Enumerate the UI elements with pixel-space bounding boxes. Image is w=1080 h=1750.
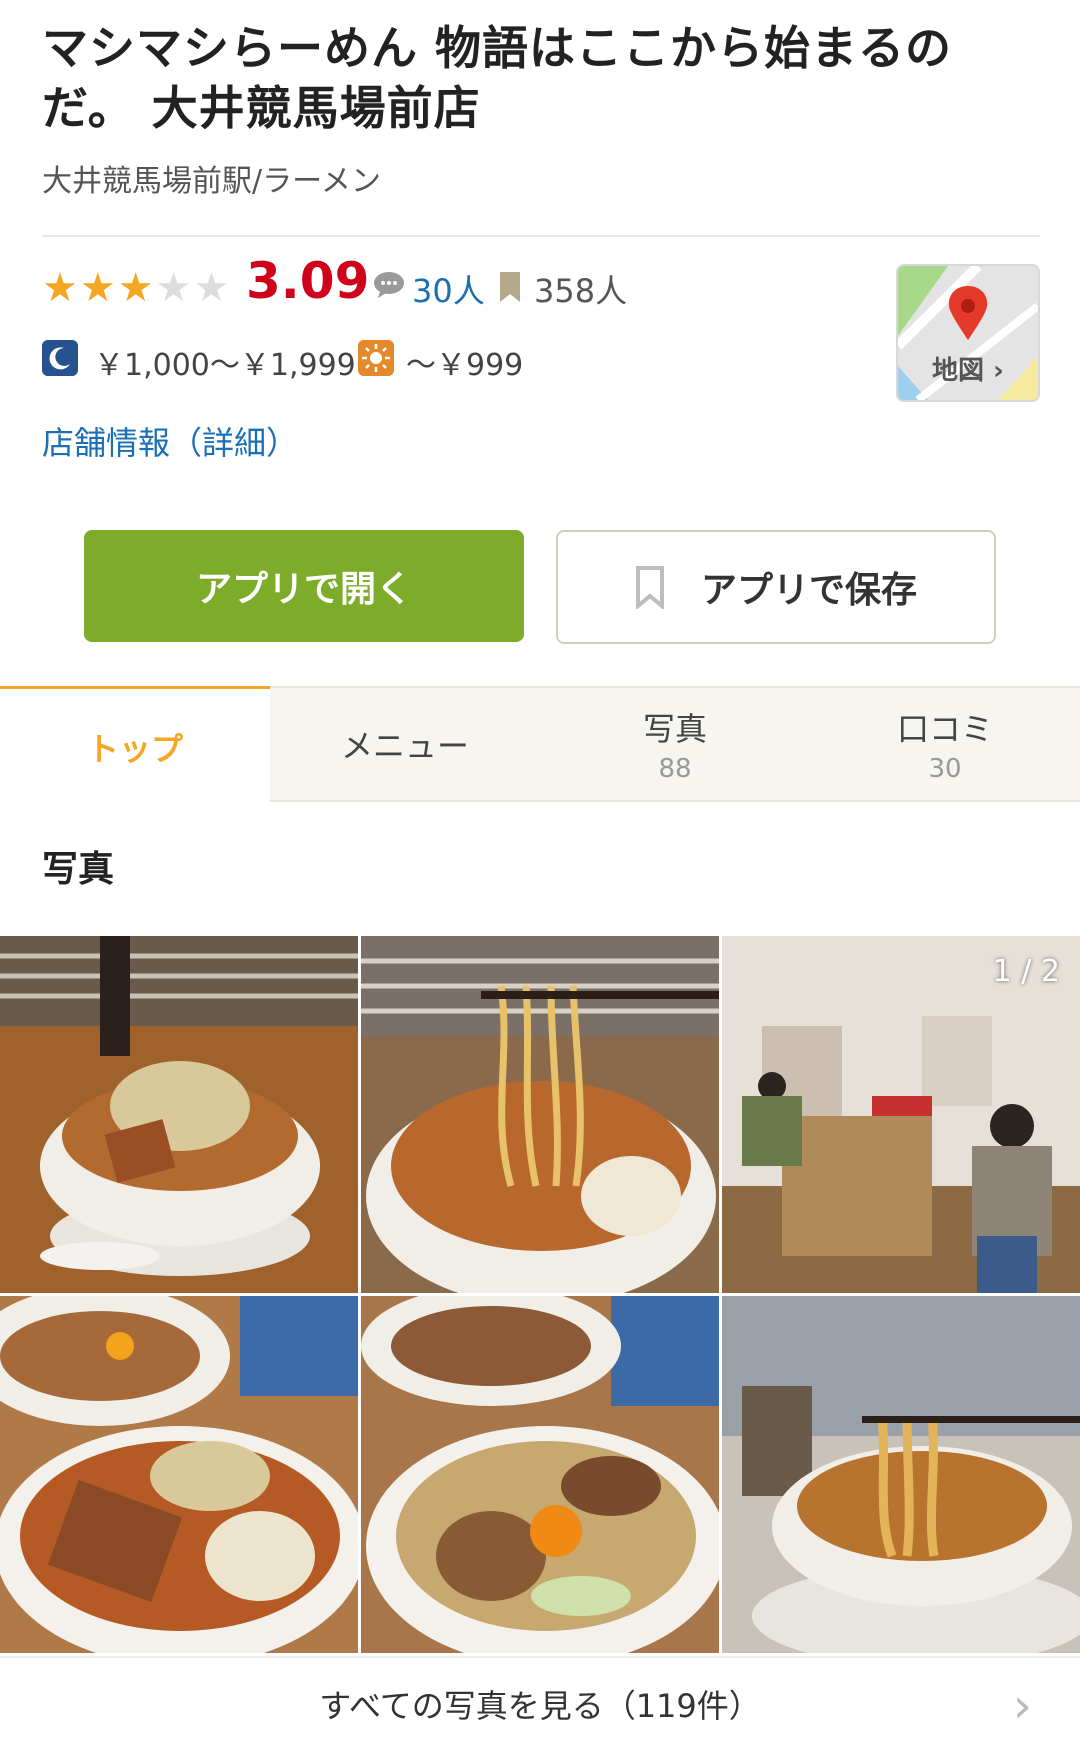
photo-thumbnail[interactable] <box>361 936 719 1293</box>
tab-label: 写真 <box>642 710 707 748</box>
tab-bar: トップ メニュー 写真 88 口コミ 30 <box>0 686 1080 805</box>
bookmark-icon <box>500 272 520 302</box>
photo-thumbnail[interactable] <box>361 1296 719 1653</box>
moon-icon <box>42 340 78 376</box>
save-in-app-button[interactable]: アプリで保存 <box>556 530 996 644</box>
bookmark-count: 358人 <box>534 272 628 310</box>
chevron-right-icon: › <box>1012 1678 1032 1734</box>
tab-photos[interactable]: 写真 88 <box>540 688 810 800</box>
divider <box>42 235 1040 237</box>
dinner-price: ￥1,000～￥1,999 <box>94 348 356 383</box>
tab-top[interactable]: トップ <box>0 686 270 805</box>
restaurant-title: マシマシらーめん 物語はここから始まるのだ。 大井競馬場前店 <box>42 21 953 135</box>
map-button[interactable]: 地図 › <box>896 264 1040 402</box>
tab-menu[interactable]: メニュー <box>270 688 540 800</box>
star-empty-icon: ★ <box>155 265 192 311</box>
tab-count: 30 <box>928 754 962 784</box>
star-empty-icon: ★ <box>193 265 230 311</box>
save-in-app-label: アプリで保存 <box>700 570 917 611</box>
photo-counter: 1 / 2 <box>992 954 1060 989</box>
map-label: 地図 › <box>932 356 1004 386</box>
open-in-app-button[interactable]: アプリで開く <box>84 530 524 642</box>
sun-icon <box>358 340 394 376</box>
photo-thumbnail[interactable] <box>722 1296 1080 1653</box>
tab-count: 88 <box>658 754 692 784</box>
rating-score: 3.09 <box>246 252 370 310</box>
store-details-link[interactable]: 店舗情報（詳細） <box>42 418 298 464</box>
see-all-photos-label: すべての写真を見る（119件） <box>319 1687 761 1725</box>
photo-thumbnail[interactable] <box>0 936 358 1293</box>
tab-label: トップ <box>86 730 183 768</box>
lunch-price: ～￥999 <box>406 348 524 383</box>
star-filled-icon: ★ <box>79 265 116 311</box>
station-genre: 大井競馬場前駅/ラーメン <box>42 164 381 199</box>
photo-thumbnail[interactable] <box>0 1296 358 1653</box>
bookmark-outline-icon <box>635 566 664 609</box>
tab-label: 口コミ <box>896 710 993 748</box>
star-filled-icon: ★ <box>117 265 154 311</box>
photos-section-title: 写真 <box>42 849 115 890</box>
see-all-photos-link[interactable]: すべての写真を見る（119件） › <box>0 1656 1080 1750</box>
tab-label: メニュー <box>340 727 469 765</box>
photo-grid: 1 / 2 <box>0 936 1080 1654</box>
rating-stars: ★ ★ ★ ★ ★ <box>42 266 229 310</box>
review-count-link[interactable]: 30人 <box>412 266 485 312</box>
tab-reviews[interactable]: 口コミ 30 <box>810 688 1080 800</box>
comment-icon <box>374 272 404 298</box>
star-filled-icon: ★ <box>42 265 78 311</box>
photo-thumbnail[interactable]: 1 / 2 <box>722 936 1080 1293</box>
